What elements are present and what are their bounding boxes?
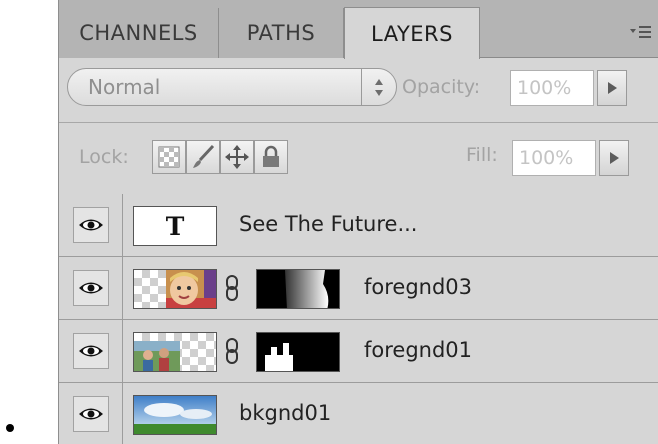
chevron-up-icon [375,78,383,85]
lock-icon [263,145,279,167]
link-chain-icon[interactable] [225,338,239,368]
layer-name: bkgnd01 [239,401,332,425]
tab-paths[interactable]: PATHS [219,8,344,58]
blend-mode-select[interactable]: Normal [67,68,397,106]
brush-icon [193,144,215,168]
play-arrow-icon [609,152,619,164]
fill-slider-button[interactable] [599,140,629,176]
visibility-cell [59,320,123,382]
fill-value: 100% [519,147,574,169]
lock-all-button[interactable] [254,140,288,174]
eye-icon [78,408,103,419]
visibility-cell [59,383,123,444]
fill-input[interactable]: 100% [512,140,596,176]
opacity-input[interactable]: 100% [510,70,594,106]
visibility-toggle[interactable] [72,207,109,243]
layer-mask-thumbnail[interactable] [256,269,340,309]
panel-tab-bar: CHANNELS PATHS LAYERS [59,0,658,59]
opacity-value: 100% [517,77,572,99]
visibility-cell [59,257,123,319]
move-arrows-icon [225,145,249,169]
lock-transparency-button[interactable] [152,140,186,174]
lock-fill-row: Lock: Fill: 100% [59,122,658,195]
opacity-label: Opacity: [402,76,481,98]
visibility-toggle[interactable] [72,270,109,306]
layers-panel: CHANNELS PATHS LAYERS Normal Opacity: 10… [58,0,658,444]
opacity-slider-button[interactable] [597,70,627,106]
chevron-down-icon [375,89,383,96]
blend-options-row: Normal Opacity: 100% [59,58,658,123]
layer-name: foregnd01 [364,338,473,362]
play-arrow-icon [607,82,617,94]
landscape-photo-thumbnail [134,396,216,434]
visibility-toggle[interactable] [72,333,109,369]
layer-row[interactable]: foregnd03 [59,257,658,320]
text-layer-thumbnail: T [133,206,217,246]
lock-paint-button[interactable] [186,140,220,174]
layer-name: See The Future... [239,212,418,236]
layer-row[interactable]: T See The Future... [59,194,658,257]
layer-row[interactable]: bkgnd01 [59,383,658,444]
blend-mode-stepper[interactable] [361,69,396,105]
background-layer-thumbnail [133,395,217,435]
eye-icon [78,345,103,357]
tab-layers[interactable]: LAYERS [344,7,480,59]
fill-label: Fill: [466,144,498,166]
lock-label: Lock: [79,146,129,168]
child-photo-thumbnail [166,270,216,308]
tab-channels[interactable]: CHANNELS [59,8,219,58]
blend-mode-value: Normal [88,75,161,99]
list-bullet [6,424,14,432]
eye-icon [78,219,103,231]
lock-move-button[interactable] [220,140,254,174]
eye-icon [78,282,103,294]
panel-menu-icon[interactable] [630,24,652,40]
layer-name: foregnd03 [364,275,473,299]
layer-mask-thumbnail[interactable] [256,332,340,372]
visibility-toggle[interactable] [72,395,109,432]
visibility-cell [59,194,123,256]
link-chain-icon[interactable] [225,275,239,305]
layer-thumbnail [133,332,217,372]
lock-transparency-icon [158,146,180,168]
family-photo-thumbnail [134,341,180,371]
text-layer-glyph: T [165,211,185,241]
layer-row[interactable]: foregnd01 [59,320,658,383]
layer-thumbnail [133,269,217,309]
